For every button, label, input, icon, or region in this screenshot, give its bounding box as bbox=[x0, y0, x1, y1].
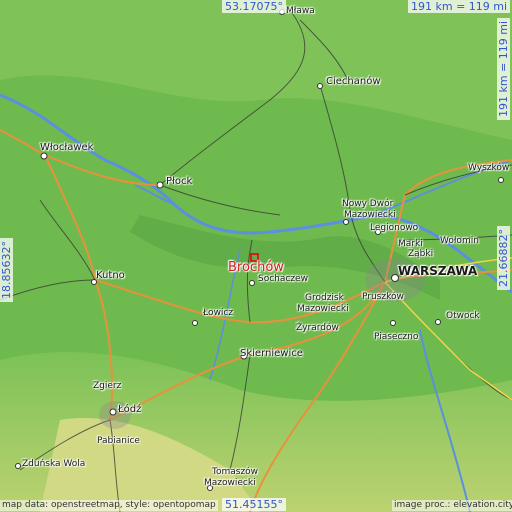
place-label-lodz: Łódź bbox=[118, 404, 142, 415]
place-label-marki: Marki bbox=[398, 239, 423, 249]
place-label-zyrardow: Żyrardów bbox=[296, 323, 339, 333]
coord-left: 18.85632° bbox=[0, 238, 13, 302]
map-credit: map data: openstreetmap, style: opentopo… bbox=[0, 500, 218, 511]
town-dot bbox=[15, 463, 21, 469]
place-label-pruszkow: Pruszków bbox=[362, 292, 404, 302]
place-label-grodzisk-mazowiecki: Mazowiecki bbox=[297, 304, 349, 314]
town-dot bbox=[435, 319, 441, 325]
place-label-mlawa: Mława bbox=[286, 6, 315, 16]
place-label-pabianice: Pabianice bbox=[97, 436, 140, 446]
town-dot bbox=[40, 152, 48, 160]
town-dot bbox=[390, 320, 396, 326]
town-dot bbox=[249, 280, 255, 286]
place-label-grodzisk: Grodzisk bbox=[305, 293, 344, 303]
place-label-ciechanow: Ciechanów bbox=[326, 76, 381, 87]
town-dot bbox=[192, 320, 198, 326]
image-credit: image proc.: elevation.city bbox=[392, 500, 512, 511]
town-dot bbox=[109, 408, 117, 416]
place-label-tomaszow: Tomaszów bbox=[212, 467, 259, 477]
place-label-sochaczew: Sochaczew bbox=[258, 274, 308, 284]
place-label-nowy-dwor-mazowiecki: Mazowiecki bbox=[344, 210, 396, 220]
coord-bottom: 51.45155° bbox=[222, 498, 286, 511]
place-label-tomaszow-mazowiecki: Mazowiecki bbox=[204, 478, 256, 488]
place-label-wolomin: Wołomin bbox=[440, 236, 479, 246]
scale-vertical: 191 km = 119 mi bbox=[497, 17, 510, 120]
place-label-wloclawek: Włocławek bbox=[40, 142, 94, 153]
scale-horizontal: 191 km = 119 mi bbox=[408, 0, 511, 13]
place-label-lowicz: Łowicz bbox=[203, 308, 234, 318]
place-label-zabki: Ząbki bbox=[408, 249, 434, 259]
place-label-otwock: Otwock bbox=[446, 311, 480, 321]
marker-layer bbox=[15, 9, 504, 491]
place-label-piaseczno: Piaseczno bbox=[374, 332, 419, 342]
place-label-kutno: Kutno bbox=[96, 270, 125, 281]
coord-right: 21.66882° bbox=[497, 226, 510, 290]
place-label-zgierz: Zgierz bbox=[93, 381, 122, 391]
place-label-legionowo: Legionowo bbox=[370, 223, 419, 233]
coord-top: 53.17075° bbox=[222, 0, 286, 13]
town-dot bbox=[317, 83, 323, 89]
place-label-warszawa: WARSZAWA bbox=[398, 264, 478, 278]
place-label-plock: Płock bbox=[166, 176, 193, 187]
place-label-nowy-dwor: Nowy Dwór bbox=[342, 199, 394, 209]
town-dot bbox=[156, 181, 164, 189]
place-label-brochow: Brochów bbox=[228, 260, 284, 275]
map-canvas[interactable]: Mława Ciechanów Włocławek Płock Nowy Dwó… bbox=[0, 0, 512, 512]
town-dot bbox=[498, 177, 504, 183]
place-label-zdunska-wola: Zduńska Wola bbox=[22, 459, 86, 469]
place-label-skierniewice: Skierniewice bbox=[240, 348, 303, 359]
place-label-wyszkow: Wyszków bbox=[468, 163, 510, 173]
